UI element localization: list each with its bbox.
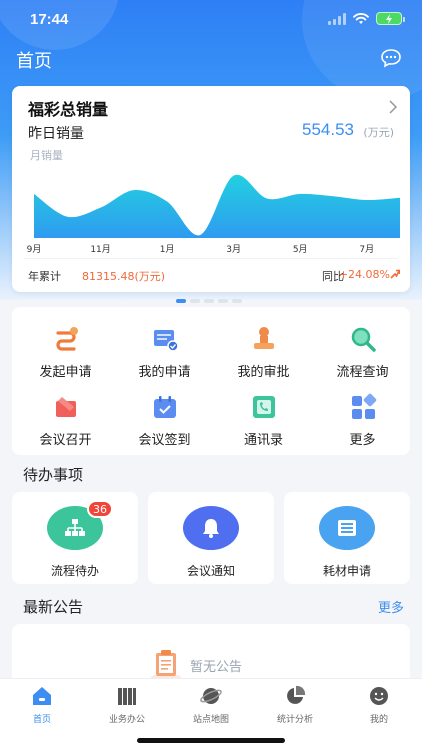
wifi-icon: [353, 12, 369, 24]
todo-card-process[interactable]: 36 流程待办: [12, 492, 138, 584]
grid-item-more[interactable]: 更多: [313, 383, 412, 453]
carousel-indicator: [176, 299, 242, 303]
tab-site-map[interactable]: 站点地图: [169, 685, 253, 725]
page-title: 首页: [16, 51, 52, 72]
x-axis-tick-label: 1月: [160, 244, 175, 255]
grid-item-contacts[interactable]: 通讯录: [214, 383, 313, 453]
tab-profile[interactable]: 我的: [337, 685, 421, 725]
home-indicator: [137, 738, 285, 743]
pie-chart-icon: [287, 685, 306, 704]
document-tray-icon: [338, 520, 356, 536]
initiate-application-icon: [55, 327, 78, 351]
tab-statistics[interactable]: 统计分析: [253, 685, 337, 725]
grid-item-my-approval[interactable]: 我的审批: [214, 315, 313, 385]
carousel-dot[interactable]: [218, 299, 228, 303]
notice-section-title: 最新公告: [23, 598, 84, 616]
planet-icon: [200, 688, 222, 704]
empty-notice-text: 暂无公告: [190, 660, 243, 675]
home-icon: [33, 687, 51, 705]
more-grid-icon: [351, 393, 376, 419]
notice-more-link[interactable]: 更多: [378, 597, 404, 616]
carousel-dot[interactable]: [232, 299, 242, 303]
battery-icon: [376, 12, 405, 25]
todo-label: 会议通知: [186, 564, 235, 578]
message-icon[interactable]: [380, 48, 402, 68]
grid-item-my-application[interactable]: 我的申请: [115, 315, 214, 385]
status-bar: 17:44: [0, 0, 422, 40]
chevron-right-icon[interactable]: [388, 100, 398, 114]
my-application-icon: [153, 330, 179, 352]
quick-actions-grid: 发起申请 我的申请 我的审批 流程查询 会议召开 会议签到 通讯录 更多: [12, 307, 410, 455]
tab-business[interactable]: 业务办公: [85, 685, 169, 725]
grid-item-meeting-convene[interactable]: 会议召开: [16, 383, 115, 453]
grid-item-initiate-application[interactable]: 发起申请: [16, 315, 115, 385]
todo-section-title: 待办事项: [23, 466, 84, 484]
todo-count-badge: 36: [87, 500, 113, 518]
todo-icon-wrap: [319, 506, 375, 550]
sales-summary-card[interactable]: 福彩总销量 昨日销量 554.53 (万元) 月销量 9月 11月 1月 3月 5月 7月…: [12, 86, 410, 292]
yesterday-sales-label: 昨日销量: [28, 126, 84, 142]
tab-home[interactable]: 首页: [0, 685, 84, 725]
x-axis-tick-label: 9月: [27, 244, 42, 255]
carousel-dot[interactable]: [176, 299, 186, 303]
yesterday-sales-value: 554.53: [302, 120, 354, 139]
carousel-dot[interactable]: [204, 299, 214, 303]
todo-icon-wrap: 36: [47, 500, 113, 550]
sales-card-title: 福彩总销量: [28, 100, 109, 119]
status-icons: [328, 12, 405, 25]
sales-area-series: [34, 174, 400, 238]
org-chart-icon: [65, 519, 85, 536]
annual-total-label: 年累计: [28, 270, 61, 283]
signal-icon: [328, 12, 346, 25]
books-icon: [118, 688, 136, 705]
meeting-convene-icon: [55, 397, 76, 417]
grid-item-process-search[interactable]: 流程查询: [313, 315, 412, 385]
my-approval-icon: [253, 327, 274, 349]
x-axis-tick-label: 3月: [226, 244, 241, 255]
meeting-checkin-icon: [153, 396, 176, 418]
todo-icon-wrap: [183, 506, 239, 550]
todo-card-meeting[interactable]: 会议通知: [148, 492, 274, 584]
divider: [24, 258, 398, 259]
yesterday-sales-unit: (万元): [363, 126, 394, 139]
carousel-dot[interactable]: [190, 299, 200, 303]
trend-up-icon: [390, 269, 400, 279]
contacts-icon: [252, 396, 275, 418]
status-time: 17:44: [30, 11, 69, 28]
grid-item-meeting-checkin[interactable]: 会议签到: [115, 383, 214, 453]
smiley-face-icon: [370, 687, 388, 705]
todo-label: 流程待办: [50, 564, 99, 578]
todo-label: 耗材申请: [322, 564, 371, 578]
x-axis-tick-label: 7月: [359, 244, 374, 255]
yoy-value: +24.08%: [338, 268, 390, 281]
empty-clipboard-icon: [151, 650, 181, 680]
process-search-icon: [351, 327, 376, 352]
bell-icon: [203, 519, 219, 538]
x-axis-tick-label: 11月: [90, 244, 110, 255]
todo-card-supplies[interactable]: 耗材申请: [284, 492, 410, 584]
x-axis-tick-label: 5月: [293, 244, 308, 255]
annual-total-value: 81315.48(万元): [82, 270, 166, 283]
